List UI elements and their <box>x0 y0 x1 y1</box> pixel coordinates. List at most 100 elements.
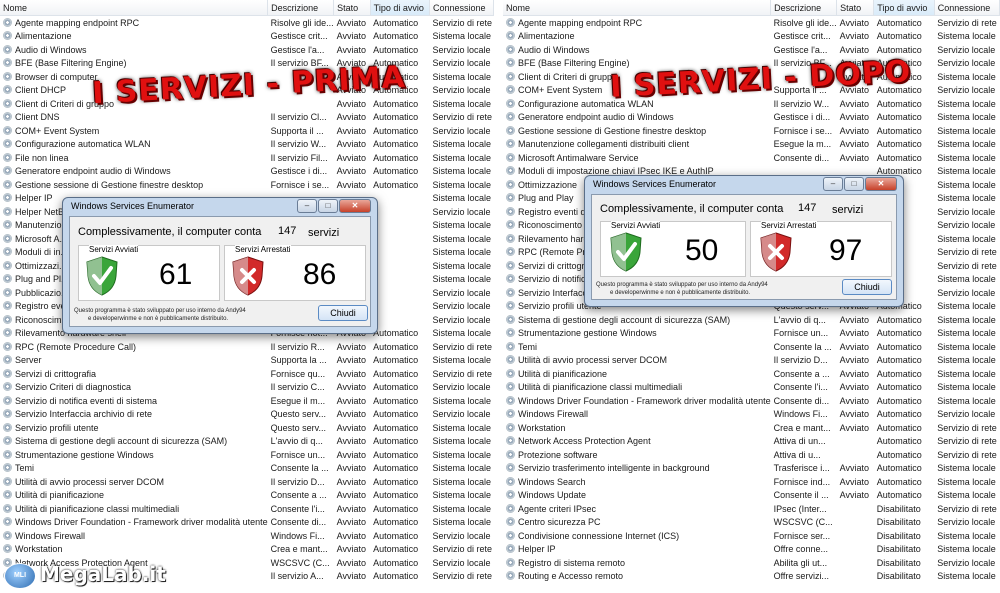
minimize-button[interactable]: – <box>297 199 317 213</box>
service-description: Fornisce un... <box>270 449 326 460</box>
column-header-logon[interactable]: Connessione <box>429 0 494 16</box>
service-description: Il servizio R... <box>270 341 325 352</box>
chiudi-button[interactable]: Chiudi <box>842 279 892 295</box>
service-row[interactable]: Condivisione connessione Internet (ICS) F… <box>503 529 1000 543</box>
service-row[interactable]: Gestione sessione di Gestione finestre d… <box>503 124 1000 138</box>
service-row[interactable]: Strumentazione gestione Windows Fornisce … <box>503 327 1000 341</box>
service-row[interactable]: Registro di sistema remoto Abilita gli ut… <box>503 556 1000 570</box>
service-row[interactable]: Windows Update Consente il ... Avviato Auto… <box>503 489 1000 503</box>
service-row[interactable]: Utilità di avvio processi server DCOM Il … <box>0 475 494 489</box>
service-row[interactable]: Agente criteri IPsec IPsec (Inter... Disab… <box>503 502 1000 516</box>
service-row[interactable]: File non linea Il servizio Fil... Avviato A… <box>0 151 494 165</box>
service-row[interactable]: Strumentazione gestione Windows Fornisce … <box>0 448 494 462</box>
service-name-cell: Centro sicurezza PC <box>503 516 771 530</box>
service-row[interactable]: Utilità di pianificazione Consente a ... A… <box>0 489 494 503</box>
service-row[interactable]: Configurazione automatica WLAN Il servizi… <box>503 97 1000 111</box>
gear-icon <box>3 490 12 500</box>
service-name-cell: Alimentazione <box>0 30 268 44</box>
service-status: Avviato <box>336 476 366 487</box>
gear-icon <box>506 314 515 324</box>
close-window-button[interactable]: ✕ <box>339 199 371 213</box>
service-logon: Sistema locale <box>937 125 996 136</box>
service-row[interactable]: COM+ Event System Supporta il ... Avviato A… <box>0 124 494 138</box>
service-description: Il servizio C... <box>270 382 325 393</box>
service-row[interactable]: Windows Firewall Windows Fi... Avviato Auto… <box>0 529 494 543</box>
column-header-logon[interactable]: Connessione <box>934 0 1000 16</box>
service-name-cell: BFE (Base Filtering Engine) <box>0 57 268 71</box>
service-row[interactable]: Temi Consente la ... Avviato Automatico Sist… <box>503 340 1000 354</box>
column-header-status[interactable]: Stato <box>333 0 371 16</box>
service-row[interactable]: Protezione software Attiva di u... Automat… <box>503 448 1000 462</box>
service-row[interactable]: Generatore endpoint audio di Windows Gest… <box>0 165 494 179</box>
service-name: Windows Search <box>518 476 586 487</box>
service-row[interactable]: Helper IP Offre conne... Disabilitato Siste… <box>503 543 1000 557</box>
service-description: Consente la ... <box>773 341 832 352</box>
column-header-status[interactable]: Stato <box>836 0 875 16</box>
column-header-startup-type[interactable]: Tipo di avvio <box>370 0 430 16</box>
enumerator-dialog-before: Windows Services Enumerator – □ ✕ Comple… <box>62 197 378 334</box>
maximize-button[interactable]: □ <box>318 199 338 213</box>
service-row[interactable]: Alimentazione Gestisce crit... Avviato Auto… <box>503 30 1000 44</box>
service-row[interactable]: Servizio trasferimento intelligente in b… <box>503 462 1000 476</box>
minimize-button[interactable]: – <box>823 177 843 191</box>
service-row[interactable]: Windows Driver Foundation - Framework dr… <box>503 394 1000 408</box>
chiudi-button[interactable]: Chiudi <box>318 305 368 321</box>
column-header-startup-type[interactable]: Tipo di avvio <box>873 0 935 16</box>
service-row[interactable]: Servizio di notifica eventi di sistema Es… <box>0 394 494 408</box>
total-text: Complessivamente, il computer conta <box>600 203 784 215</box>
service-row[interactable]: Sistema di gestione degli account di sic… <box>503 313 1000 327</box>
service-row[interactable]: Servizio profili utente Questo serv... Avv… <box>0 421 494 435</box>
service-description: Il servizio D... <box>773 355 828 366</box>
service-row[interactable]: Server Supporta la ... Avviato Automatico Si… <box>0 354 494 368</box>
service-row[interactable]: Microsoft Antimalware Service Consente di… <box>503 151 1000 165</box>
service-logon: Sistema locale <box>937 31 996 42</box>
service-row[interactable]: Utilità di avvio processi server DCOM Il … <box>503 354 1000 368</box>
service-row[interactable]: Utilità di pianificazione classi multime… <box>503 381 1000 395</box>
service-row[interactable]: Workstation Crea e mant... Avviato Automati… <box>503 421 1000 435</box>
service-name: Generatore endpoint audio di Windows <box>518 112 674 123</box>
service-logon: Sistema locale <box>937 98 996 109</box>
service-name: Servizi di crittogra <box>518 260 590 271</box>
service-row[interactable]: Audio di Windows Gestisce l'a... Avviato Au… <box>0 43 494 57</box>
service-name-cell: Manutenzione collegamenti distribuiti cl… <box>503 138 771 152</box>
running-label: Servizi Avviati <box>611 221 661 230</box>
service-name-cell: Server <box>0 354 268 368</box>
service-row[interactable]: RPC (Remote Procedure Call) Il servizio R… <box>0 340 494 354</box>
service-row[interactable]: Centro sicurezza PC WSCSVC (C... Disabilit… <box>503 516 1000 530</box>
service-row[interactable]: Workstation Crea e mant... Avviato Automati… <box>0 543 494 557</box>
service-row[interactable]: Servizi di crittografia Fornisce qu... Avv… <box>0 367 494 381</box>
service-row[interactable]: Alimentazione Gestisce crit... Avviato Auto… <box>0 30 494 44</box>
service-row[interactable]: Client DNS Il servizio Cl... Avviato Automa… <box>0 111 494 125</box>
service-row[interactable]: Audio di Windows Gestisce l'a... Avviato Au… <box>503 43 1000 57</box>
service-name: Client DNS <box>15 112 60 123</box>
service-name-cell: Servizio Criteri di diagnostica <box>0 381 268 395</box>
service-row[interactable]: Servizio Interfaccia archivio di rete Que… <box>0 408 494 422</box>
service-row[interactable]: Network Access Protection Agent Attiva di… <box>503 435 1000 449</box>
service-row[interactable]: Agente mapping endpoint RPC Risolve gli i… <box>0 16 494 30</box>
service-logon: Sistema locale <box>432 166 491 177</box>
service-row[interactable]: Servizio Criteri di diagnostica Il serviz… <box>0 381 494 395</box>
service-row[interactable]: Windows Driver Foundation - Framework dr… <box>0 516 494 530</box>
service-row[interactable]: Agente mapping endpoint RPC Risolve gli i… <box>503 16 1000 30</box>
service-row[interactable]: Sistema di gestione degli account di sic… <box>0 435 494 449</box>
column-header-description[interactable]: Descrizione <box>770 0 838 16</box>
service-row[interactable]: Manutenzione collegamenti distribuiti cl… <box>503 138 1000 152</box>
service-row[interactable]: Utilità di pianificazione Consente a ... A… <box>503 367 1000 381</box>
service-row[interactable]: Windows Search Fornisce ind... Avviato Auto… <box>503 475 1000 489</box>
column-header-description[interactable]: Descrizione <box>267 0 335 16</box>
service-name-cell: Helper IP <box>503 543 771 557</box>
service-row[interactable]: Windows Firewall Windows Fi... Avviato Auto… <box>503 408 1000 422</box>
maximize-button[interactable]: □ <box>844 177 864 191</box>
service-row[interactable]: Configurazione automatica WLAN Il servizi… <box>0 138 494 152</box>
close-window-button[interactable]: ✕ <box>865 177 897 191</box>
service-row[interactable]: Utilità di pianificazione classi multime… <box>0 502 494 516</box>
gear-icon <box>506 233 515 243</box>
service-row[interactable]: Temi Consente la ... Avviato Automatico Sist… <box>0 462 494 476</box>
service-row[interactable]: Routing e Accesso remoto Offre servizi...… <box>503 570 1000 584</box>
column-header-name[interactable]: Nome <box>503 0 772 16</box>
service-row[interactable]: Gestione sessione di Gestione finestre d… <box>0 178 494 192</box>
service-name: COM+ Event System <box>15 125 100 136</box>
service-row[interactable]: Generatore endpoint audio di Windows Gest… <box>503 111 1000 125</box>
column-header-name[interactable]: Nome <box>0 0 269 16</box>
service-name: Agente criteri IPsec <box>518 503 597 514</box>
